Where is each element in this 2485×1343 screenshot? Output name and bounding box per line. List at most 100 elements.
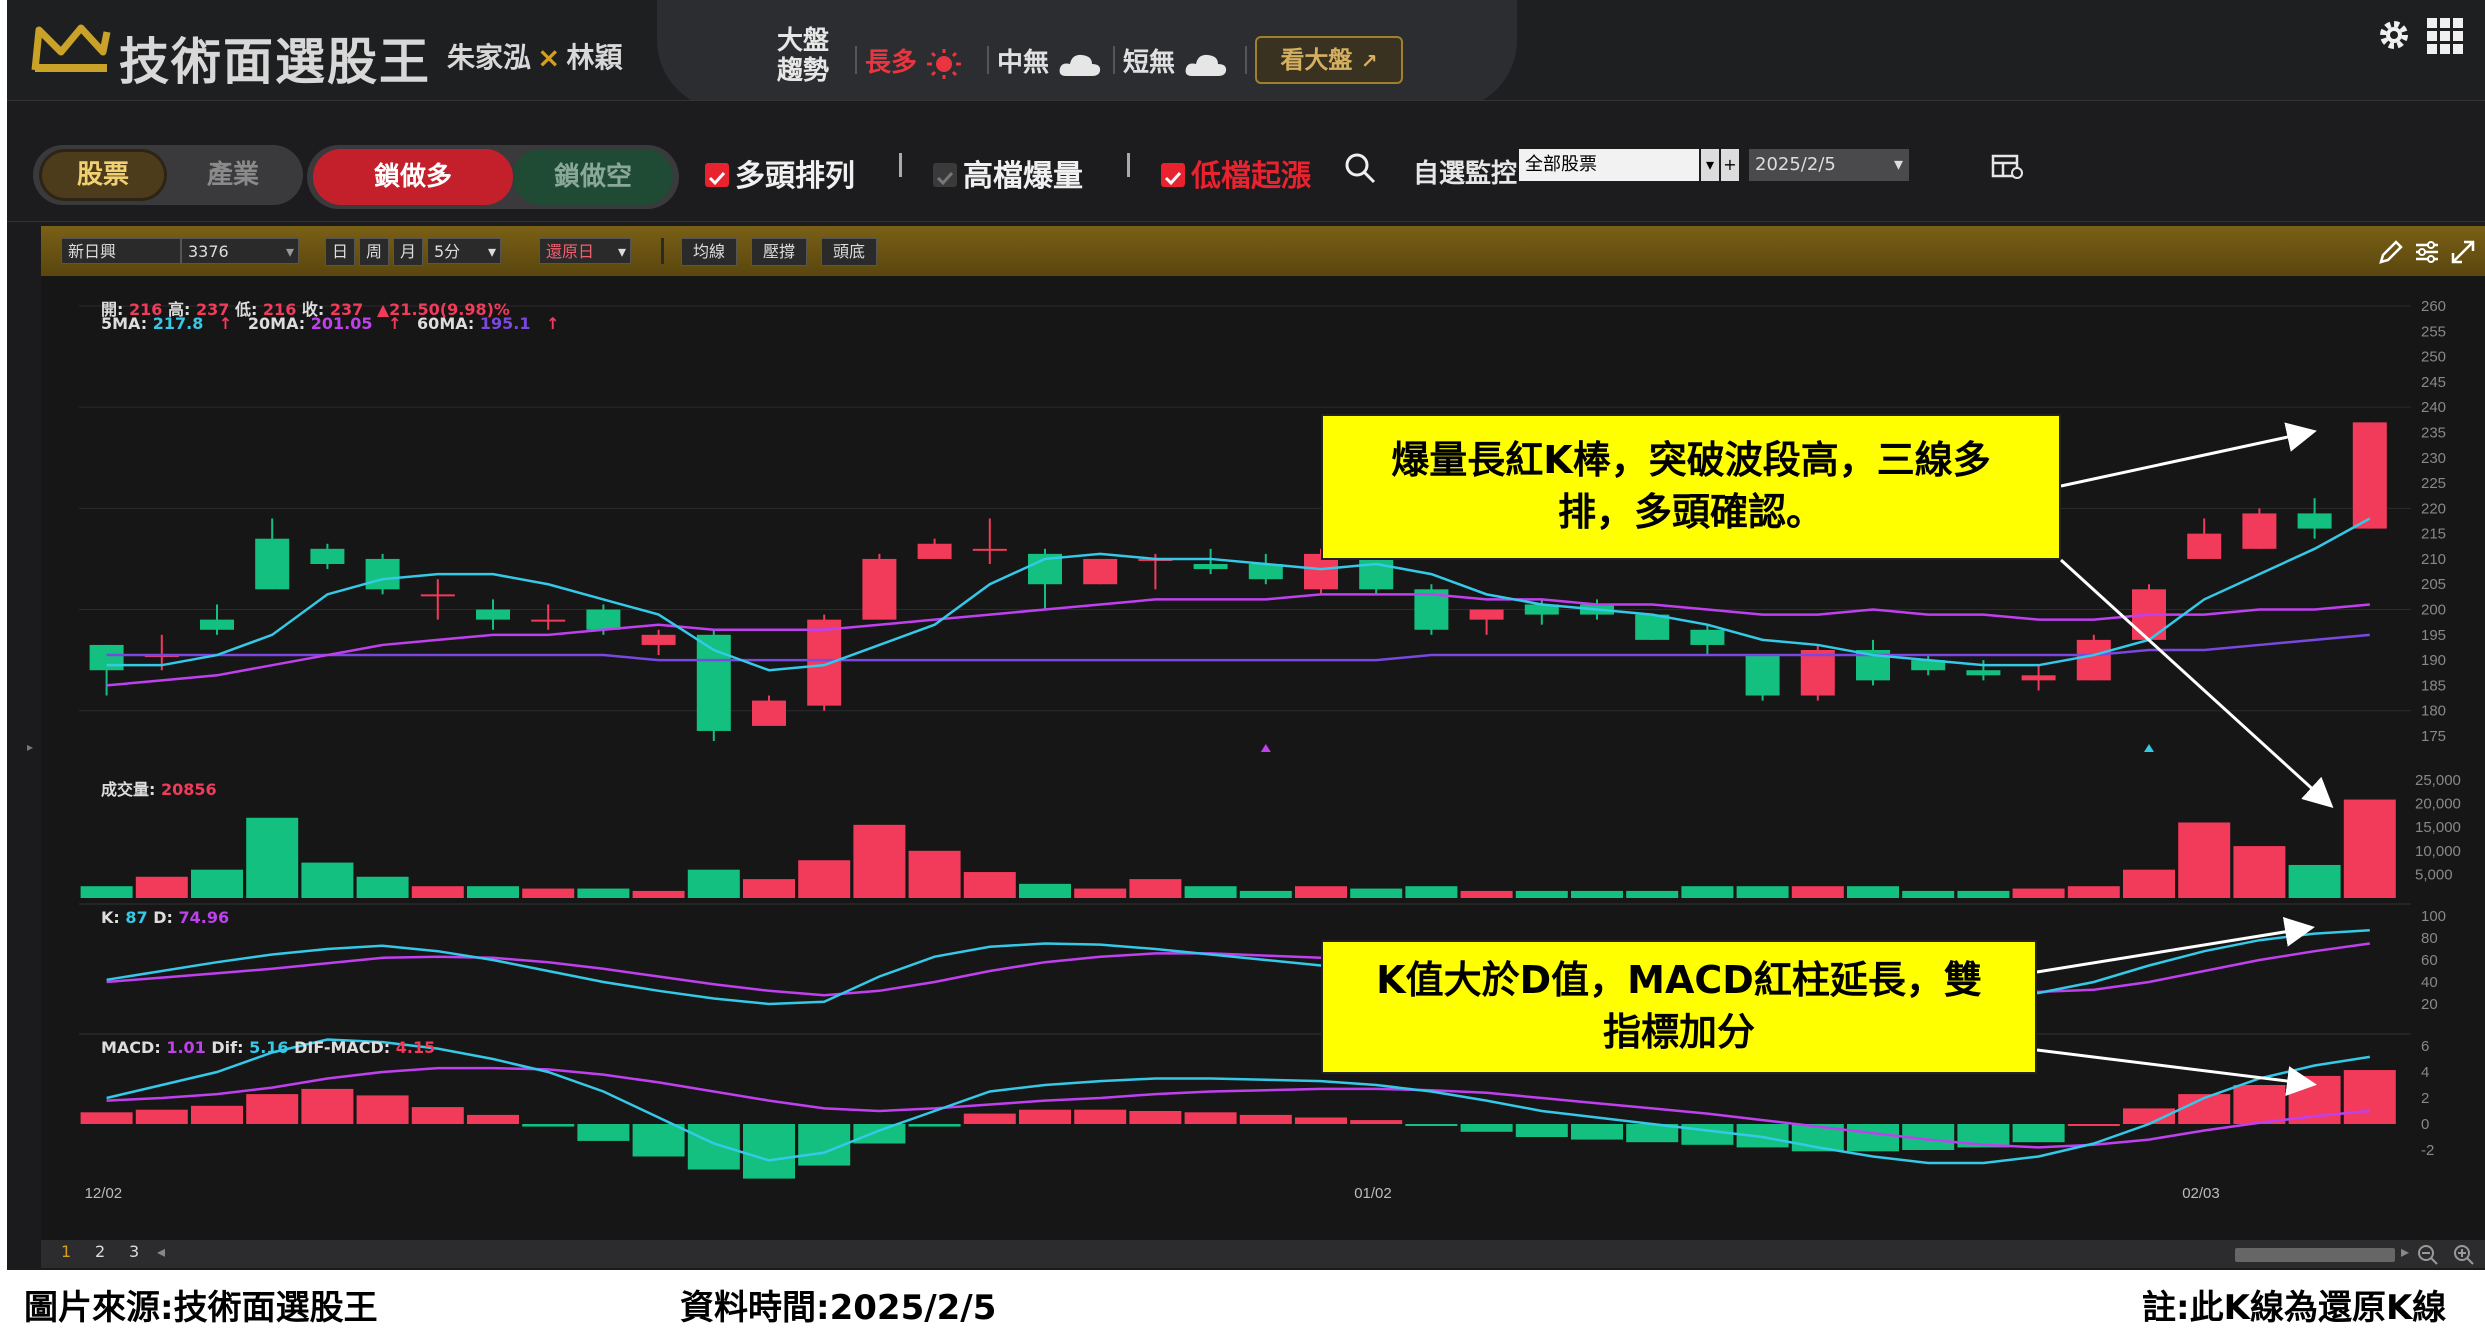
- author-2: 林穎: [566, 41, 623, 74]
- volume-bar: [2233, 846, 2286, 898]
- volume-bar: [1019, 883, 1071, 898]
- pencil-icon[interactable]: [2377, 238, 2405, 266]
- author-separator: ×: [537, 41, 561, 74]
- volume-bar: [798, 860, 851, 898]
- volume-bar: [1736, 886, 1789, 898]
- volume-bar: [135, 876, 188, 898]
- filter-bullish-alignment[interactable]: 多頭排列: [705, 151, 855, 195]
- candle-up: [1083, 558, 1118, 585]
- volume-bar: [1295, 886, 1347, 898]
- price-tick-label: 190: [2421, 652, 2446, 669]
- zoom-out-icon[interactable]: [2415, 1242, 2439, 1266]
- macd-histogram-bar: [135, 1109, 188, 1124]
- restore-value: 還原日: [546, 242, 595, 261]
- top-bottom-button[interactable]: 頭底: [821, 238, 877, 266]
- price-tick-label: 200: [2421, 602, 2446, 619]
- macd-histogram-bar: [1571, 1124, 1623, 1140]
- candle-up: [2076, 639, 2111, 681]
- app-grid-icon[interactable]: [2425, 16, 2465, 56]
- chevron-down-icon: ▾: [487, 242, 496, 261]
- period-week-button[interactable]: 周: [359, 238, 389, 266]
- checkbox-checked-icon[interactable]: [1161, 162, 1185, 187]
- volume-tick-label: 15,000: [2415, 819, 2461, 836]
- page-3[interactable]: 3: [129, 1242, 139, 1261]
- sliders-icon[interactable]: [2413, 238, 2441, 266]
- filter-bullish-alignment-label: 多頭排列: [735, 159, 855, 194]
- filter-low-rise[interactable]: 低檔起漲: [1161, 151, 1311, 195]
- period-month-button[interactable]: 月: [393, 238, 423, 266]
- scrollbar-thumb[interactable]: [2235, 1248, 2395, 1262]
- macd-histogram-bar: [963, 1113, 1016, 1124]
- zoom-in-icon[interactable]: [2451, 1242, 2475, 1266]
- page-1[interactable]: 1: [61, 1242, 71, 1261]
- kd-legend: K: 87 D: 74.96: [101, 908, 229, 927]
- ma20-value: 201.05: [310, 314, 373, 333]
- d-value: 74.96: [178, 908, 230, 927]
- filter-high-volume[interactable]: 高檔爆量: [933, 151, 1083, 195]
- price-tick-label: 255: [2421, 323, 2446, 340]
- macd-histogram-bar: [1184, 1112, 1237, 1124]
- candle-down: [365, 558, 400, 590]
- watchlist-select[interactable]: 全部股票: [1519, 149, 1699, 181]
- candle-up: [641, 634, 676, 645]
- date-select[interactable]: 2025/2/5 ▾: [1749, 149, 1909, 181]
- interval-select[interactable]: 5分 ▾: [427, 238, 501, 264]
- candle-up: [2352, 422, 2387, 529]
- tab-stock[interactable]: 股票: [39, 149, 167, 201]
- chart-toolbar: 新日興 3376 ▾ 日 周 月 5分 ▾ 還原日 ▾ 均線 壓撐 頭底: [41, 226, 2485, 276]
- tab-industry[interactable]: 產業: [169, 149, 297, 201]
- divider: [1127, 153, 1130, 177]
- dif-label: Dif:: [211, 1038, 244, 1057]
- callout-bottom: K值大於D值，MACD紅柱延長，雙 指標加分: [1321, 940, 2037, 1074]
- restore-select[interactable]: 還原日 ▾: [539, 238, 631, 264]
- divider: [661, 238, 664, 264]
- filter-high-volume-label: 高檔爆量: [963, 159, 1083, 194]
- macd-histogram-bar: [1074, 1109, 1127, 1124]
- add-watchlist-button[interactable]: +: [1721, 149, 1739, 181]
- search-icon[interactable]: [1343, 151, 1377, 185]
- ma-button[interactable]: 均線: [681, 238, 737, 266]
- volume-bar: [908, 850, 961, 898]
- macd-histogram-bar: [1460, 1124, 1513, 1132]
- view-market-button[interactable]: 看大盤 ↗: [1255, 36, 1403, 84]
- trend-label-line2: 趨勢: [777, 56, 830, 86]
- difmacd-label: DIF-MACD:: [294, 1038, 391, 1057]
- checkbox-checked-icon[interactable]: [705, 162, 729, 187]
- tab-lock-short[interactable]: 鎖做空: [513, 149, 673, 205]
- chart-area[interactable]: 175 180 185 190 195 200 205 210 215 220 225 230 235 2…: [41, 276, 2485, 1246]
- tab-lock-long[interactable]: 鎖做多: [313, 149, 513, 205]
- candle-down: [89, 644, 124, 671]
- footer-source: 圖片來源:技術面選股王: [24, 1288, 378, 1328]
- candle-up: [807, 619, 842, 706]
- volume-bar: [1405, 886, 1458, 898]
- support-resistance-button[interactable]: 壓撐: [751, 238, 807, 266]
- long-term-trend: 長多: [865, 42, 962, 79]
- page-2[interactable]: 2: [95, 1242, 105, 1261]
- trend-chart-icon: ↗: [1360, 49, 1378, 73]
- table-settings-icon[interactable]: [1991, 153, 2023, 181]
- scroll-left-icon[interactable]: ◂: [157, 1242, 165, 1261]
- candle-up: [1469, 609, 1504, 620]
- price-tick-label: 230: [2421, 450, 2446, 467]
- period-day-button[interactable]: 日: [325, 238, 355, 266]
- scroll-right-icon[interactable]: ▸: [2401, 1242, 2409, 1261]
- annotation-arrow: [2059, 558, 2334, 809]
- macd-histogram-bar: [853, 1124, 906, 1144]
- chevron-down-icon[interactable]: ▾: [1701, 149, 1719, 181]
- macd-histogram-bar: [467, 1114, 519, 1124]
- macd-histogram-bar: [1239, 1114, 1292, 1124]
- macd-histogram-bar: [2067, 1124, 2120, 1126]
- stock-name-field[interactable]: 新日興: [61, 238, 181, 264]
- candle-down: [1745, 655, 1780, 696]
- panel-handle-icon[interactable]: ▸: [27, 740, 33, 754]
- macd-histogram-bar: [1350, 1120, 1403, 1124]
- checkbox-disabled-icon[interactable]: [933, 162, 957, 187]
- expand-icon[interactable]: [2449, 238, 2477, 266]
- macd-tick-label: 6: [2421, 1038, 2429, 1055]
- signal-marker-icon: [2144, 744, 2154, 752]
- gear-icon[interactable]: [2377, 18, 2411, 52]
- short-term-label: 短無: [1123, 48, 1176, 78]
- stock-code-field[interactable]: 3376 ▾: [181, 238, 299, 264]
- macd-histogram-bar: [1295, 1117, 1347, 1124]
- volume-bar: [1239, 890, 1292, 898]
